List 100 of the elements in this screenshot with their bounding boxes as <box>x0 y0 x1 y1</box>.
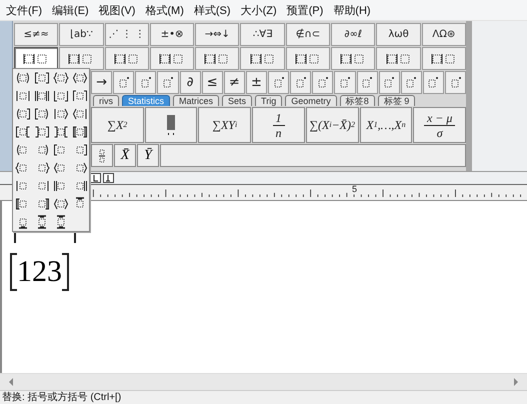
bracket-template-icon[interactable] <box>72 107 88 121</box>
template-icon <box>316 76 329 90</box>
symbol-palette-button[interactable]: ±•⊗ <box>150 23 194 46</box>
bracket-template-icon[interactable] <box>14 71 30 85</box>
template-button[interactable] <box>157 71 178 94</box>
bracket-template-icon[interactable] <box>52 71 68 85</box>
bracket-template-icon[interactable] <box>34 71 50 85</box>
bracket-template-icon[interactable] <box>34 107 50 121</box>
template-button[interactable] <box>422 71 444 94</box>
scroll-right-arrow-icon[interactable] <box>513 378 519 386</box>
menu-item[interactable]: 文件(F) <box>2 2 46 18</box>
bracket-template-icon[interactable] <box>34 89 50 103</box>
menu-item[interactable]: 预置(P) <box>282 2 328 18</box>
template-button[interactable] <box>135 71 156 94</box>
bracket-template-icon[interactable] <box>72 71 88 85</box>
template-icon <box>295 53 318 64</box>
dotted-column-icon <box>166 114 176 136</box>
template-button[interactable]: ∑X$^{2}$ <box>91 107 144 143</box>
template-icon <box>427 76 440 90</box>
template-palette-button[interactable] <box>150 47 194 70</box>
template-icon <box>338 76 351 90</box>
tab[interactable]: Sets <box>222 95 252 106</box>
symbol-button[interactable]: ≠ <box>224 71 245 94</box>
symbol-palette-button[interactable]: ≤≠≈ <box>14 23 58 46</box>
fraction-template-button[interactable]: 1 n <box>252 107 305 143</box>
template-palette-button[interactable] <box>286 47 330 70</box>
tab[interactable]: 标签 9 <box>378 95 416 106</box>
symbol-button[interactable]: → <box>91 71 112 94</box>
symbol-palette-button[interactable]: ∉∩⊂ <box>286 23 330 46</box>
scroll-left-arrow-icon[interactable] <box>8 378 14 386</box>
tab[interactable]: Matrices <box>173 95 220 106</box>
template-icon <box>294 76 307 90</box>
template-button[interactable] <box>445 71 466 94</box>
template-icon <box>118 76 130 90</box>
tab[interactable]: rivs <box>93 95 119 106</box>
tab[interactable]: Trig <box>255 95 282 106</box>
template-palette-button[interactable] <box>422 47 466 70</box>
symbol-button[interactable]: ± <box>246 71 267 94</box>
bracket-template-icon[interactable] <box>72 125 88 139</box>
bracket-template-icon[interactable] <box>34 125 50 139</box>
template-button[interactable] <box>290 71 312 94</box>
symbol-palette-button[interactable]: →⇔↓ <box>195 23 240 46</box>
tab[interactable]: 标签8 <box>340 95 375 106</box>
template-icon <box>114 53 138 64</box>
symbol-button[interactable]: ≤ <box>202 71 223 94</box>
template-icon <box>361 76 374 90</box>
template-palette-button[interactable] <box>104 47 149 70</box>
template-icon <box>383 76 396 90</box>
tab-stop-icon[interactable] <box>90 173 101 183</box>
menu-item[interactable]: 帮助(H) <box>329 2 375 18</box>
tab[interactable]: Geometry <box>285 95 337 106</box>
symbol-button[interactable]: ∂ <box>180 71 201 94</box>
template-palette-button[interactable] <box>376 47 421 70</box>
menu-item[interactable]: 大小(Z) <box>236 2 281 18</box>
template-button[interactable] <box>268 71 290 94</box>
symbol-palette-button[interactable]: ⋰ ⋮ ⋮ <box>104 23 149 46</box>
template-button[interactable] <box>312 71 334 94</box>
bracket-template-icon[interactable] <box>52 125 68 139</box>
template-button[interactable] <box>400 71 422 94</box>
symbol-palette-button[interactable]: ⌊ab∵ <box>59 23 104 46</box>
template-icon <box>68 53 92 64</box>
template-palette-button[interactable] <box>240 47 285 70</box>
template-icon <box>340 53 364 64</box>
menu-item[interactable]: 格式(M) <box>141 2 188 18</box>
symbol-palette-button[interactable]: λωθ <box>376 23 421 46</box>
template-palette-button[interactable] <box>195 47 240 70</box>
template-icon <box>250 53 274 64</box>
template-palette-button[interactable] <box>331 47 376 70</box>
bracket-template-icon[interactable] <box>52 89 68 103</box>
template-icon <box>24 53 47 64</box>
fraction-icon <box>98 148 106 164</box>
tab-stop-icon[interactable] <box>103 173 114 183</box>
template-icon <box>162 76 174 90</box>
horizontal-scrollbar[interactable] <box>0 373 527 390</box>
bracket-template-icon[interactable] <box>14 107 30 121</box>
template-button[interactable] <box>334 71 356 94</box>
symbol-palette-button[interactable]: ∴∀∃ <box>240 23 285 46</box>
template-icon <box>204 53 228 64</box>
symbol-palette-button[interactable]: ΛΩ⊛ <box>422 23 466 46</box>
template-palette-button[interactable] <box>59 47 104 70</box>
template-button[interactable] <box>356 71 378 94</box>
bracket-template-icon[interactable] <box>14 89 30 103</box>
template-icon <box>160 53 183 64</box>
bracket-template-icon[interactable] <box>52 197 68 211</box>
bracket-template-icon[interactable] <box>72 89 88 103</box>
symbol-palette-button[interactable]: ∂∞ℓ <box>331 23 376 46</box>
fraction-template-button[interactable]: x − μ σ <box>413 107 466 143</box>
menu-item[interactable]: 样式(S) <box>190 2 235 18</box>
template-icon <box>386 53 410 64</box>
menu-item[interactable]: 编辑(E) <box>48 2 93 18</box>
template-button[interactable] <box>113 71 134 94</box>
template-button[interactable]: Ȳ <box>137 144 159 167</box>
menu-item[interactable]: 视图(V) <box>94 2 140 18</box>
bracket-template-icon[interactable] <box>52 107 68 121</box>
template-button[interactable] <box>91 144 113 167</box>
template-button[interactable] <box>378 71 400 94</box>
bracket-template-icon[interactable] <box>14 125 30 139</box>
template-button[interactable]: X̄ <box>114 144 136 167</box>
template-palette-button[interactable] <box>14 47 58 70</box>
template-button[interactable] <box>144 107 198 143</box>
